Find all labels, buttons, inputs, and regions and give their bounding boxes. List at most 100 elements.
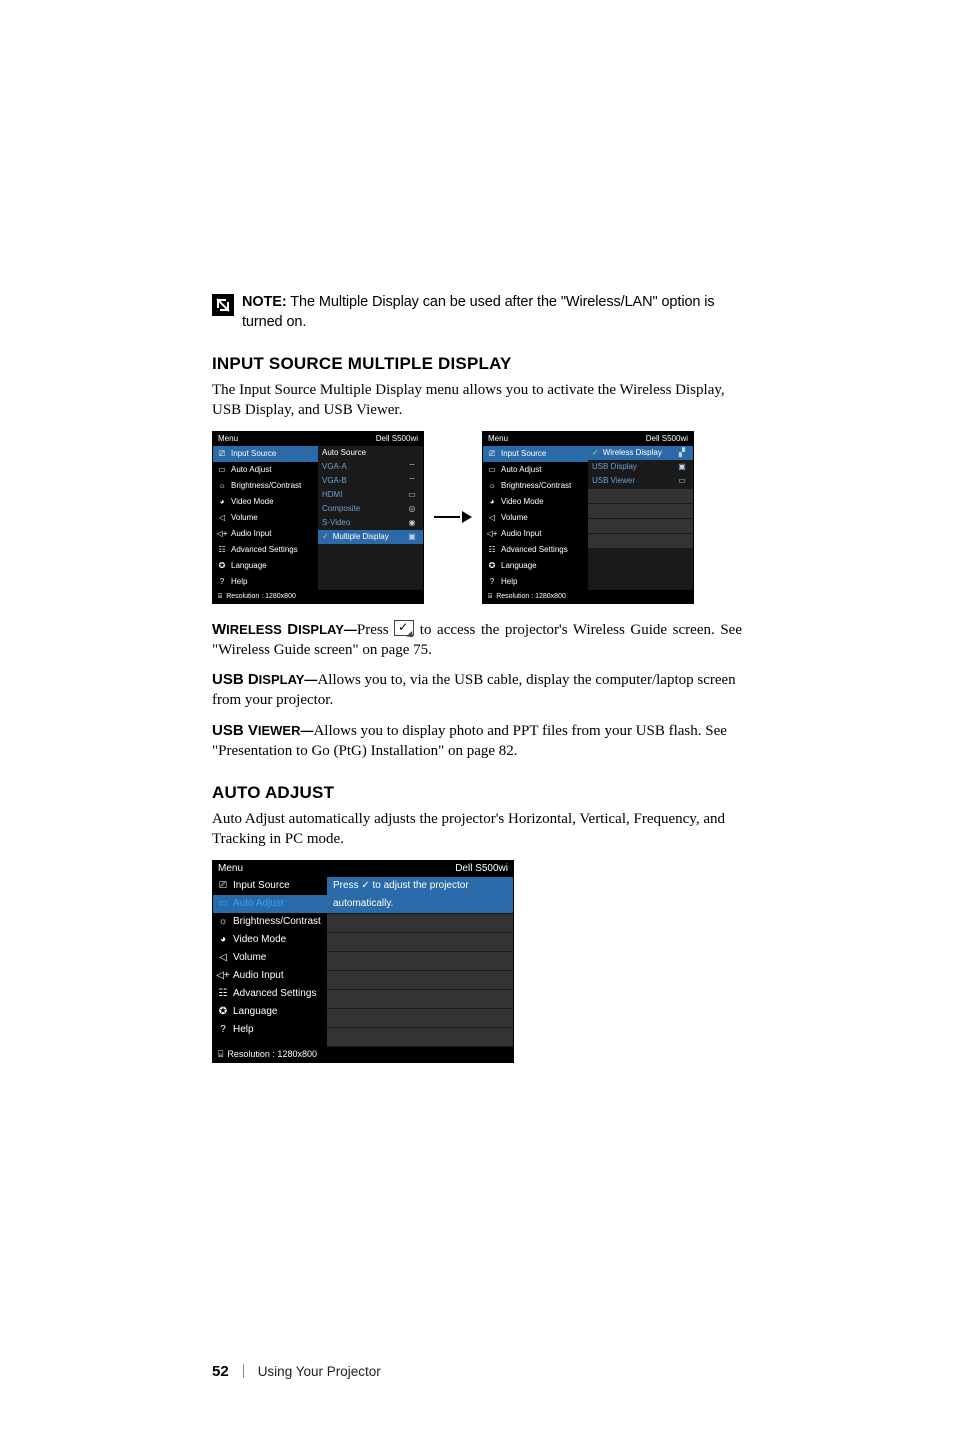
osd-options: ✓Wireless Display▞ USB Display▣ USB View…	[588, 446, 693, 590]
video-mode-icon: ◕	[217, 934, 229, 946]
volume-icon: ◁	[217, 513, 227, 523]
audio-input-icon: ◁+	[217, 529, 227, 539]
brightness-icon: ☼	[217, 481, 227, 491]
osd-auto-adjust: Menu Dell S500wi ⎚ Input Source ▭ Auto Adj…	[212, 860, 514, 1063]
sidebar-item: Video Mode	[233, 935, 286, 945]
sidebar-item: Language	[501, 562, 537, 570]
option-label: HDMI	[322, 491, 401, 499]
sidebar-item: Brightness/Contrast	[233, 917, 321, 927]
sidebar-item: Advanced Settings	[231, 546, 298, 554]
advanced-settings-icon: ☷	[217, 988, 229, 1000]
sidebar-item: Brightness/Contrast	[231, 482, 301, 490]
para-input-source: The Input Source Multiple Display menu a…	[212, 380, 742, 421]
vga-icon: ⌔	[405, 463, 419, 471]
para-wireless-display: WIRELESS DISPLAY—Press to access the pro…	[212, 620, 742, 661]
sc-cap: W	[212, 621, 226, 638]
osd-options: Press ✓ to adjust the projector automati…	[327, 877, 513, 1047]
language-icon: ✪	[487, 561, 497, 571]
vga-icon: ⌔	[405, 477, 419, 485]
option-text: Press ✓ to adjust the projector	[327, 877, 513, 895]
osd-input-source: Menu Dell S500wi ⎚Input Source ▭Auto Adj…	[212, 431, 424, 604]
check-icon: ✓	[322, 533, 329, 541]
osd-model: Dell S500wi	[455, 864, 508, 874]
osd-resolution: Resolution : 1280x800	[227, 1050, 317, 1059]
sidebar-item: Input Source	[231, 450, 276, 458]
help-icon: ?	[217, 577, 227, 587]
text: Press	[357, 622, 394, 638]
heading-auto-adjust: AUTO ADJUST	[212, 783, 742, 803]
sidebar-item: Auto Adjust	[231, 466, 271, 474]
osd-sidebar: ⎚Input Source ▭Auto Adjust ☼Brightness/C…	[213, 877, 327, 1047]
note-block: NOTE: The Multiple Display can be used a…	[212, 293, 742, 332]
composite-icon: ◎	[405, 505, 419, 513]
sc-cap: USB D	[212, 671, 259, 688]
option-label: VGA-A	[322, 463, 401, 471]
advanced-settings-icon: ☷	[487, 545, 497, 555]
option-text: automatically.	[327, 895, 513, 913]
option-label: Auto Source	[322, 449, 419, 457]
sidebar-item: Input Source	[501, 450, 546, 458]
svideo-icon: ◉	[405, 519, 419, 527]
sidebar-item: Brightness/Contrast	[501, 482, 571, 490]
option-label: VGA-B	[322, 477, 401, 485]
osd-options: Auto Source VGA-A ⌔ VGA-B ⌔ HDMI ▭ Composit…	[318, 446, 423, 590]
option-label: S-Video	[322, 519, 401, 527]
multiple-icon: ▣	[405, 533, 419, 541]
usb-viewer-icon: ▭	[675, 477, 689, 485]
auto-adjust-icon: ▭	[217, 898, 229, 910]
note-body: The Multiple Display can be used after t…	[242, 294, 715, 330]
help-icon: ?	[487, 577, 497, 587]
sidebar-item: Video Mode	[231, 498, 274, 506]
sc-rest: ISPLAY—	[259, 672, 318, 687]
osd-title: Menu	[218, 435, 238, 443]
osd-sidebar: ⎚Input Source ▭Auto Adjust ☼Brightness/C…	[213, 446, 318, 590]
hdmi-badge-icon: ⌸	[488, 593, 492, 600]
osd-model: Dell S500wi	[646, 435, 688, 443]
osd-row: Menu Dell S500wi ⎚ Input Source ▭ Auto Adj…	[212, 431, 742, 604]
check-icon: ✓	[592, 449, 599, 457]
input-source-icon: ⎚	[217, 880, 229, 892]
sidebar-item: Video Mode	[501, 498, 544, 506]
option-label: Composite	[322, 505, 401, 513]
note-label: NOTE:	[242, 294, 287, 310]
heading-input-source-multiple-display: INPUT SOURCE MULTIPLE DISPLAY	[212, 354, 742, 374]
osd-resolution: Resolution : 1280x800	[226, 593, 296, 600]
auto-adjust-icon: ▭	[217, 465, 227, 475]
sidebar-item: Volume	[233, 953, 266, 963]
sidebar-item: Auto Adjust	[233, 899, 284, 909]
page-number: 52	[212, 1363, 229, 1380]
sc-rest: IEWER—	[258, 723, 314, 738]
advanced-settings-icon: ☷	[217, 545, 227, 555]
note-text: NOTE: The Multiple Display can be used a…	[242, 293, 742, 332]
sc-rest: ISPLAY—	[298, 622, 357, 637]
wireless-icon: ▞	[675, 449, 689, 457]
option-label: Multiple Display	[333, 533, 401, 541]
sc-rest: IRELESS	[226, 622, 282, 637]
hdmi-icon: ▭	[405, 491, 419, 499]
language-icon: ✪	[217, 561, 227, 571]
sidebar-item: Input Source	[233, 881, 290, 891]
audio-input-icon: ◁+	[487, 529, 497, 539]
osd-multiple-display: Menu Dell S500wi ⎚Input Source ▭Auto Adj…	[482, 431, 694, 604]
note-icon	[212, 294, 234, 316]
sc-cap: D	[287, 621, 298, 638]
para-usb-display: USB DISPLAY—Allows you to, via the USB c…	[212, 670, 742, 711]
volume-icon: ◁	[487, 513, 497, 523]
input-source-icon: ⎚	[487, 449, 497, 459]
sidebar-item: Advanced Settings	[501, 546, 568, 554]
osd-title: Menu	[218, 864, 243, 874]
volume-icon: ◁	[217, 952, 229, 964]
help-icon: ?	[217, 1024, 229, 1036]
sidebar-item: Language	[231, 562, 267, 570]
arrow-icon	[434, 511, 472, 523]
auto-adjust-icon: ▭	[487, 465, 497, 475]
divider	[243, 1364, 244, 1378]
para-auto-adjust: Auto Adjust automatically adjusts the pr…	[212, 809, 742, 850]
option-label: USB Display	[592, 463, 671, 471]
hdmi-badge-icon: ⌸	[218, 1050, 223, 1059]
check-button-icon	[394, 620, 414, 636]
sidebar-item: Help	[231, 578, 247, 586]
osd-title: Menu	[488, 435, 508, 443]
page-footer: 52 Using Your Projector	[212, 1363, 742, 1380]
option-label: Wireless Display	[603, 449, 671, 457]
